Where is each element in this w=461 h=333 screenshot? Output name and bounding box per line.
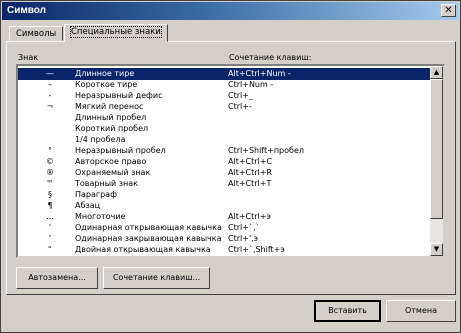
column-header-shortcut: Сочетание клавиш: bbox=[229, 53, 312, 62]
autocorrect-label: Автозамена... bbox=[28, 273, 86, 282]
tab-label: Символы bbox=[16, 29, 57, 39]
cancel-label: Отмена bbox=[404, 306, 438, 315]
autocorrect-button[interactable]: Автозамена... bbox=[16, 267, 98, 289]
symbol-dialog: Символ ✕ Символы Специальные знаки Знак … bbox=[0, 0, 461, 333]
list-item[interactable]: “ Двойная открывающая кавычка Ctrl+`,Shift… bbox=[18, 244, 430, 256]
row-symbol: “ bbox=[47, 245, 53, 254]
scrollbar-thumb[interactable] bbox=[430, 79, 443, 219]
tab-label: Специальные знаки bbox=[70, 26, 162, 38]
scroll-up-button[interactable]: ▲ bbox=[430, 66, 443, 79]
insert-label: Вставить bbox=[328, 306, 367, 315]
scroll-down-icon: ▼ bbox=[433, 245, 440, 253]
insert-button[interactable]: Вставить bbox=[314, 300, 381, 322]
tab-special-characters[interactable]: Специальные знаки bbox=[64, 24, 168, 42]
close-button[interactable]: ✕ bbox=[441, 4, 456, 17]
row-name: Двойная открывающая кавычка bbox=[75, 245, 211, 254]
title-bar: Символ ✕ bbox=[2, 2, 459, 20]
row-shortcut: Ctrl+`,Shift+э bbox=[228, 245, 285, 254]
shortcut-key-button[interactable]: Сочетание клавиш... bbox=[103, 267, 210, 289]
column-header-symbol: Знак bbox=[18, 53, 39, 62]
shortcut-key-label: Сочетание клавиш... bbox=[112, 273, 201, 282]
close-icon: ✕ bbox=[444, 5, 453, 16]
special-characters-list[interactable]: — Длинное тире Alt+Ctrl+Num - – Короткое тир… bbox=[16, 64, 445, 258]
tab-symbols[interactable]: Символы bbox=[9, 26, 64, 41]
scroll-down-button[interactable]: ▼ bbox=[430, 243, 443, 256]
vertical-scrollbar[interactable]: ▲ ▼ bbox=[430, 66, 443, 256]
window-title: Символ bbox=[7, 5, 46, 16]
cancel-button[interactable]: Отмена bbox=[386, 300, 456, 322]
scroll-up-icon: ▲ bbox=[433, 68, 440, 76]
